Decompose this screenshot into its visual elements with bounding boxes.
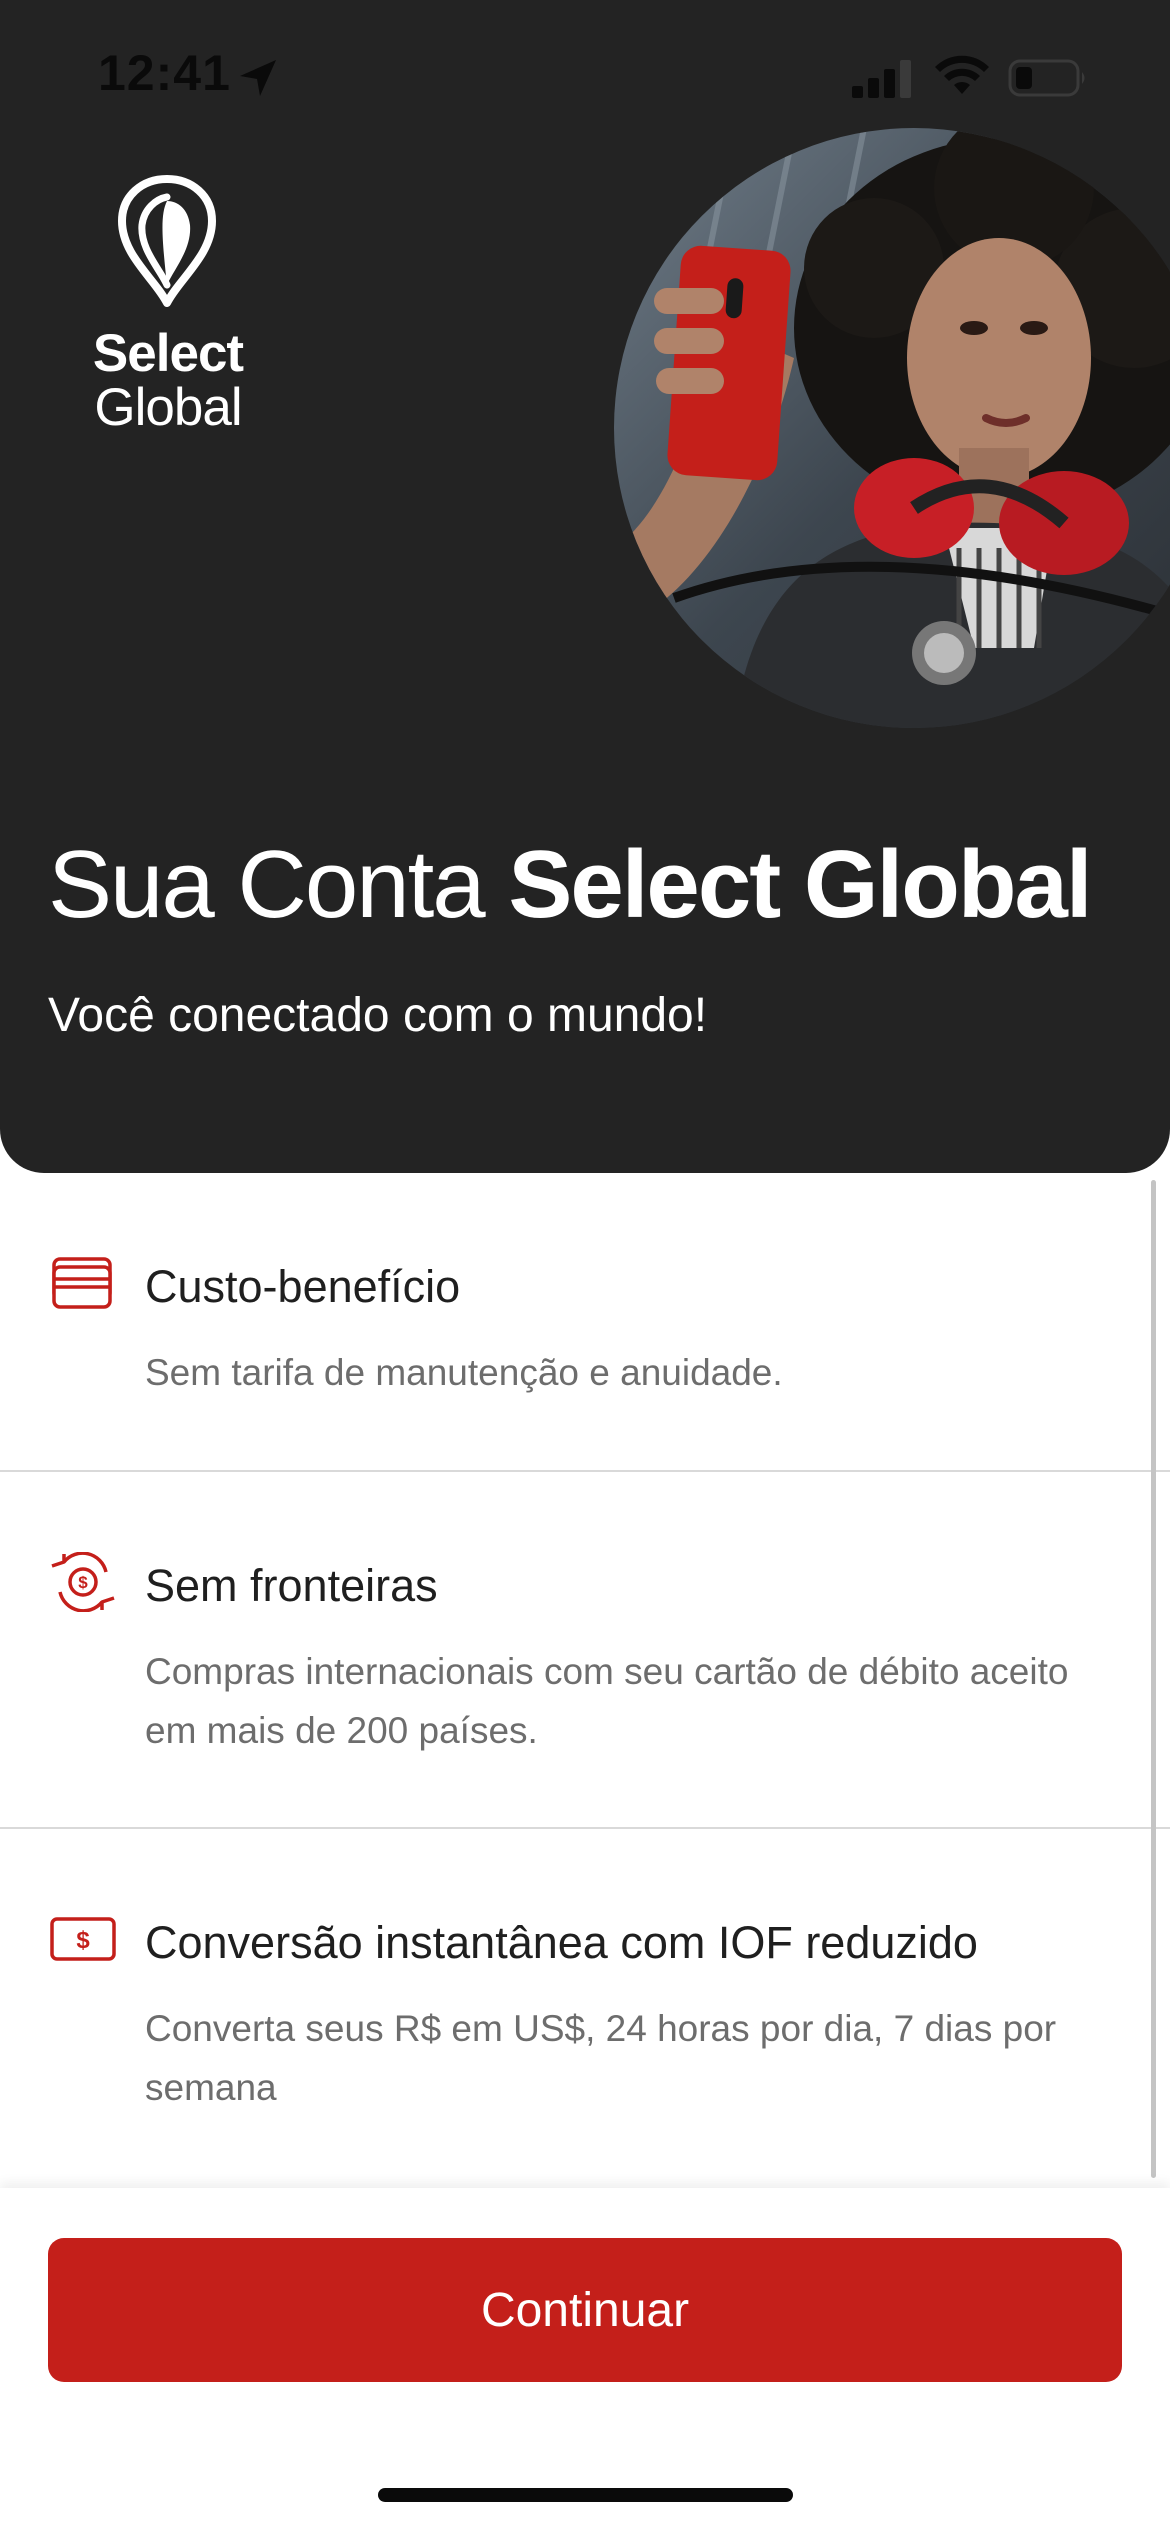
feature-description: Converta seus R$ em US$, 24 horas por di… [145, 2008, 1057, 2108]
onboarding-screen: 12:41 Select Global Sua Conta Select Glo… [0, 0, 1170, 2532]
woman-selfie-illustration [614, 128, 1170, 728]
hero-title-regular: Sua Conta [48, 831, 509, 938]
svg-text:$: $ [76, 1927, 90, 1954]
logo-text-global: Global [94, 378, 242, 437]
continue-button[interactable]: Continuar [48, 2238, 1122, 2382]
feature-description: Sem tarifa de manutenção e anuidade. [145, 1352, 783, 1393]
hero-title: Sua Conta Select Global [48, 830, 1093, 940]
feature-description: Compras internacionais com seu cartão de… [145, 1651, 1069, 1751]
wifi-icon [935, 55, 989, 94]
hero-section: 12:41 Select Global Sua Conta Select Glo… [0, 0, 1170, 1173]
divider [0, 1827, 1170, 1829]
location-arrow-icon [240, 60, 276, 96]
feature-title: Conversão instantânea com IOF reduzido [145, 1917, 978, 1968]
currency-exchange-icon: $ [51, 1552, 115, 1612]
divider [0, 1470, 1170, 1472]
select-global-logo-icon [118, 175, 216, 307]
feature-title: Custo-benefício [145, 1261, 461, 1312]
svg-text:$: $ [78, 1573, 88, 1592]
scrollbar[interactable] [1151, 1180, 1156, 2178]
battery-icon [1008, 59, 1085, 97]
hero-photo [614, 128, 1170, 728]
dollar-bill-icon: $ [50, 1917, 116, 1961]
cellular-signal-icon [852, 60, 911, 98]
status-bar: 12:41 [0, 0, 1170, 150]
feature-title: Sem fronteiras [145, 1560, 438, 1611]
footer: Continuar [0, 2188, 1170, 2532]
hero-subtitle: Você conectado com o mundo! [48, 989, 708, 1042]
card-icon [52, 1257, 112, 1309]
status-time: 12:41 [98, 45, 231, 101]
hero-title-bold: Select Global [508, 831, 1092, 938]
logo-text-select: Select [92, 324, 244, 383]
home-indicator[interactable] [378, 2488, 793, 2502]
